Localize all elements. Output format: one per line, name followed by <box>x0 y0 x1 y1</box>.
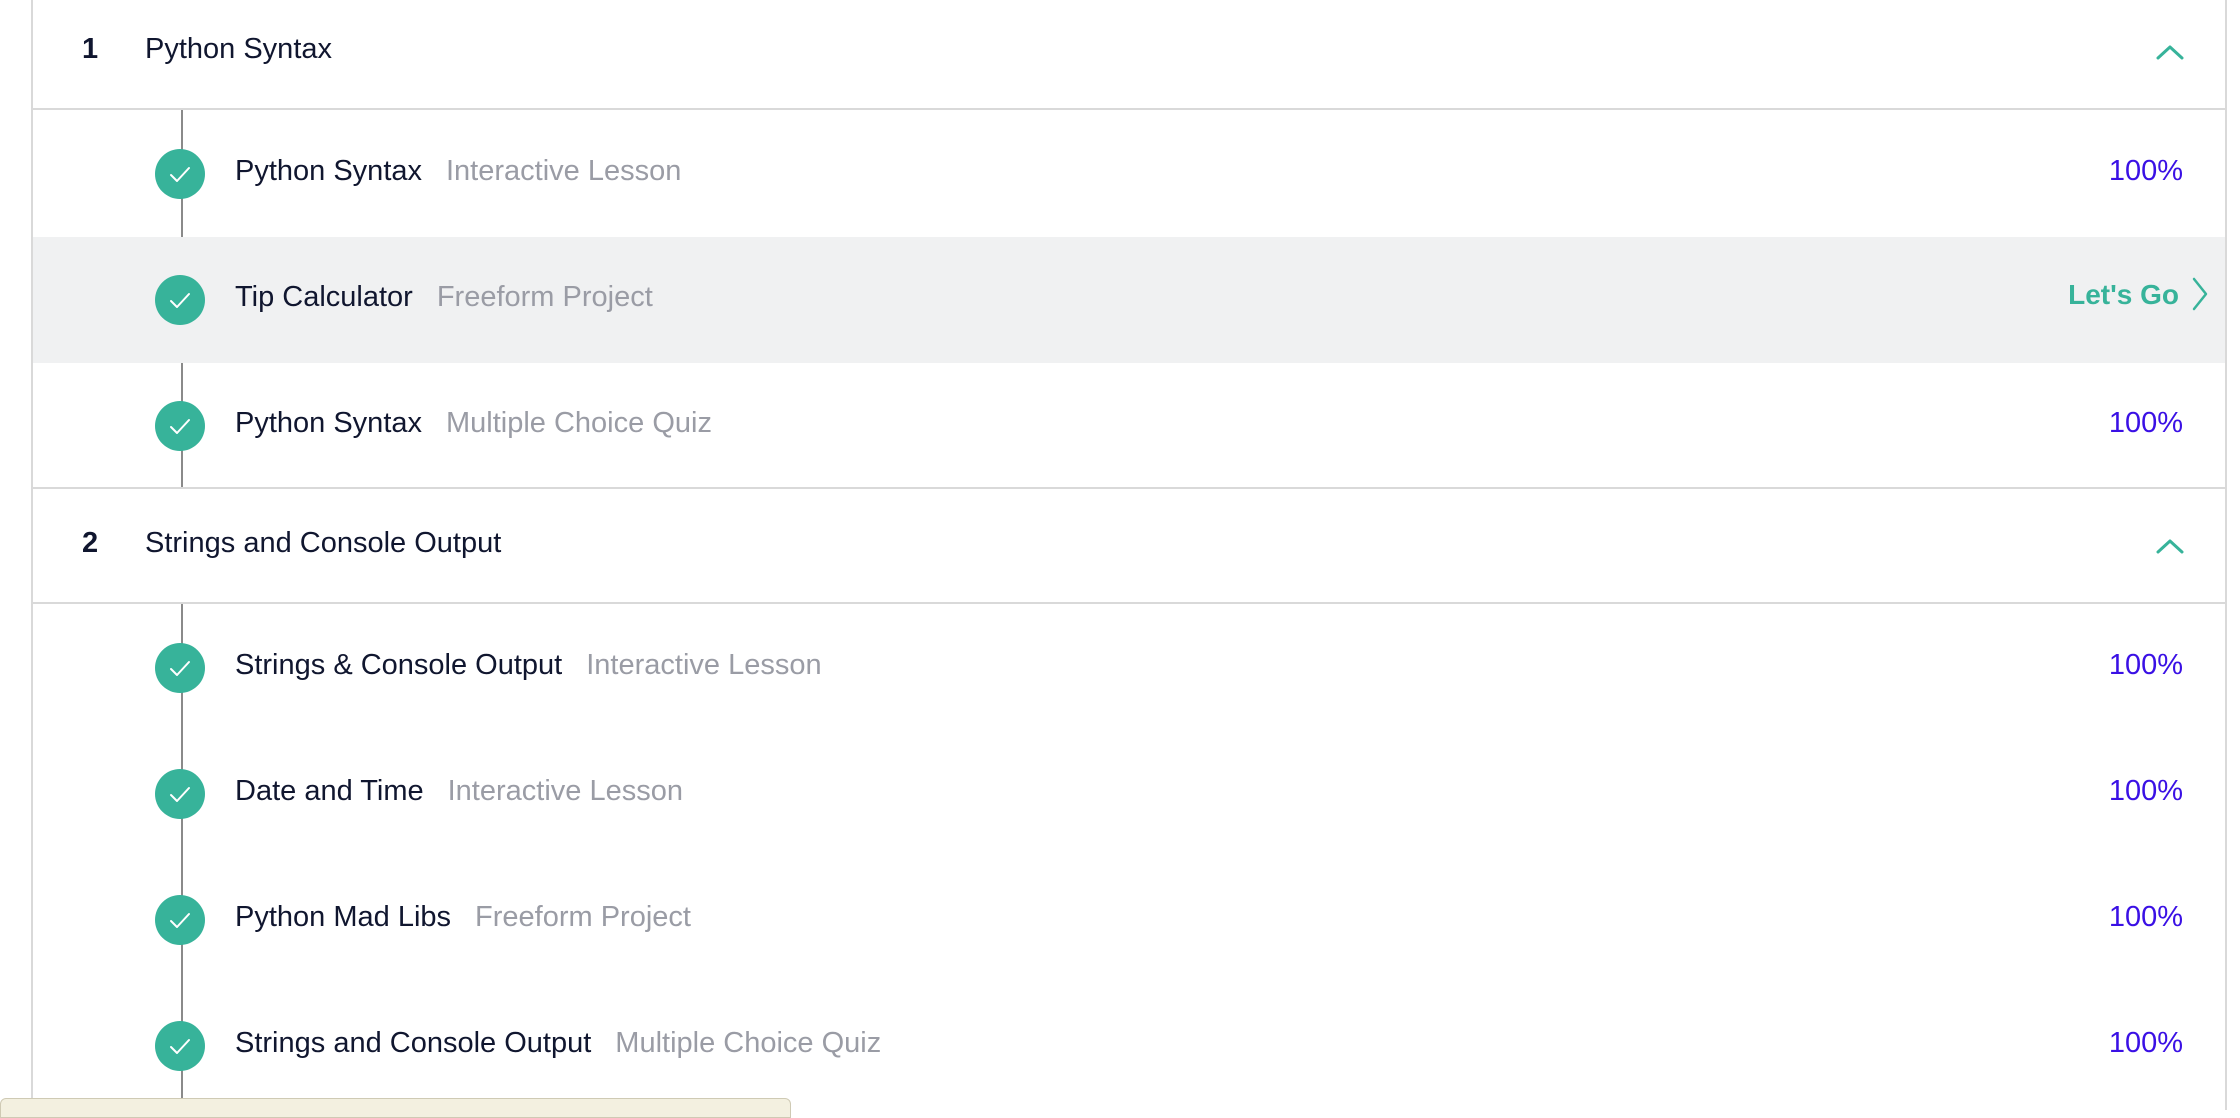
list-item-strings-console-output-quiz[interactable]: Strings and Console Output Multiple Choic… <box>33 983 2225 1109</box>
list-item-python-syntax-quiz[interactable]: Python Syntax Multiple Choice Quiz 100% <box>33 363 2225 489</box>
item-type: Multiple Choice Quiz <box>615 1027 882 1059</box>
module-number: 2 <box>82 527 99 559</box>
module-title: Strings and Console Output <box>145 527 502 559</box>
check-circle-icon <box>155 769 205 819</box>
bottom-notification-tab[interactable] <box>0 1098 791 1118</box>
course-syllabus: 1 Python Syntax Python Syntax Interactive… <box>31 0 2227 1110</box>
module-number: 1 <box>82 33 99 65</box>
item-progress: 100% <box>2108 1027 2183 1059</box>
item-title: Strings & Console Output <box>235 649 563 681</box>
item-progress: 100% <box>2108 407 2183 439</box>
item-title: Strings and Console Output <box>235 1027 592 1059</box>
check-circle-icon <box>155 401 205 451</box>
check-circle-icon <box>155 1021 205 1071</box>
item-title: Python Mad Libs <box>235 901 452 933</box>
module-header-strings-console-output[interactable]: 2 Strings and Console Output <box>33 494 2225 604</box>
list-item-tip-calculator[interactable]: Tip Calculator Freeform Project Let's Go <box>33 237 2225 363</box>
lets-go-button[interactable]: Let's Go <box>2068 277 2209 312</box>
item-type: Interactive Lesson <box>446 155 682 187</box>
chevron-up-icon[interactable] <box>2150 528 2190 568</box>
item-type: Freeform Project <box>436 281 653 313</box>
module-divider <box>33 487 2225 489</box>
list-item-python-syntax-lesson[interactable]: Python Syntax Interactive Lesson 100% <box>33 111 2225 237</box>
item-title: Date and Time <box>235 775 424 807</box>
lets-go-label: Let's Go <box>2068 279 2179 310</box>
check-circle-icon <box>155 149 205 199</box>
chevron-up-icon[interactable] <box>2150 34 2190 74</box>
item-title: Python Syntax <box>235 155 422 187</box>
item-progress: 100% <box>2108 901 2183 933</box>
module-title: Python Syntax <box>145 33 332 65</box>
check-circle-icon <box>155 643 205 693</box>
check-circle-icon <box>155 275 205 325</box>
item-title: Tip Calculator <box>235 281 413 313</box>
item-type: Interactive Lesson <box>447 775 683 807</box>
module-header-python-syntax[interactable]: 1 Python Syntax <box>33 0 2225 110</box>
list-item-strings-console-output-lesson[interactable]: Strings & Console Output Interactive Less… <box>33 605 2225 731</box>
item-progress: 100% <box>2108 649 2183 681</box>
list-item-date-and-time[interactable]: Date and Time Interactive Lesson 100% <box>33 731 2225 857</box>
item-type: Interactive Lesson <box>586 649 822 681</box>
chevron-right-icon <box>2192 277 2208 310</box>
item-title: Python Syntax <box>235 407 422 439</box>
item-progress: 100% <box>2108 155 2183 187</box>
item-type: Freeform Project <box>475 901 691 933</box>
item-type: Multiple Choice Quiz <box>446 407 712 439</box>
list-item-python-mad-libs[interactable]: Python Mad Libs Freeform Project 100% <box>33 857 2225 983</box>
item-progress: 100% <box>2108 775 2183 807</box>
check-circle-icon <box>155 895 205 945</box>
